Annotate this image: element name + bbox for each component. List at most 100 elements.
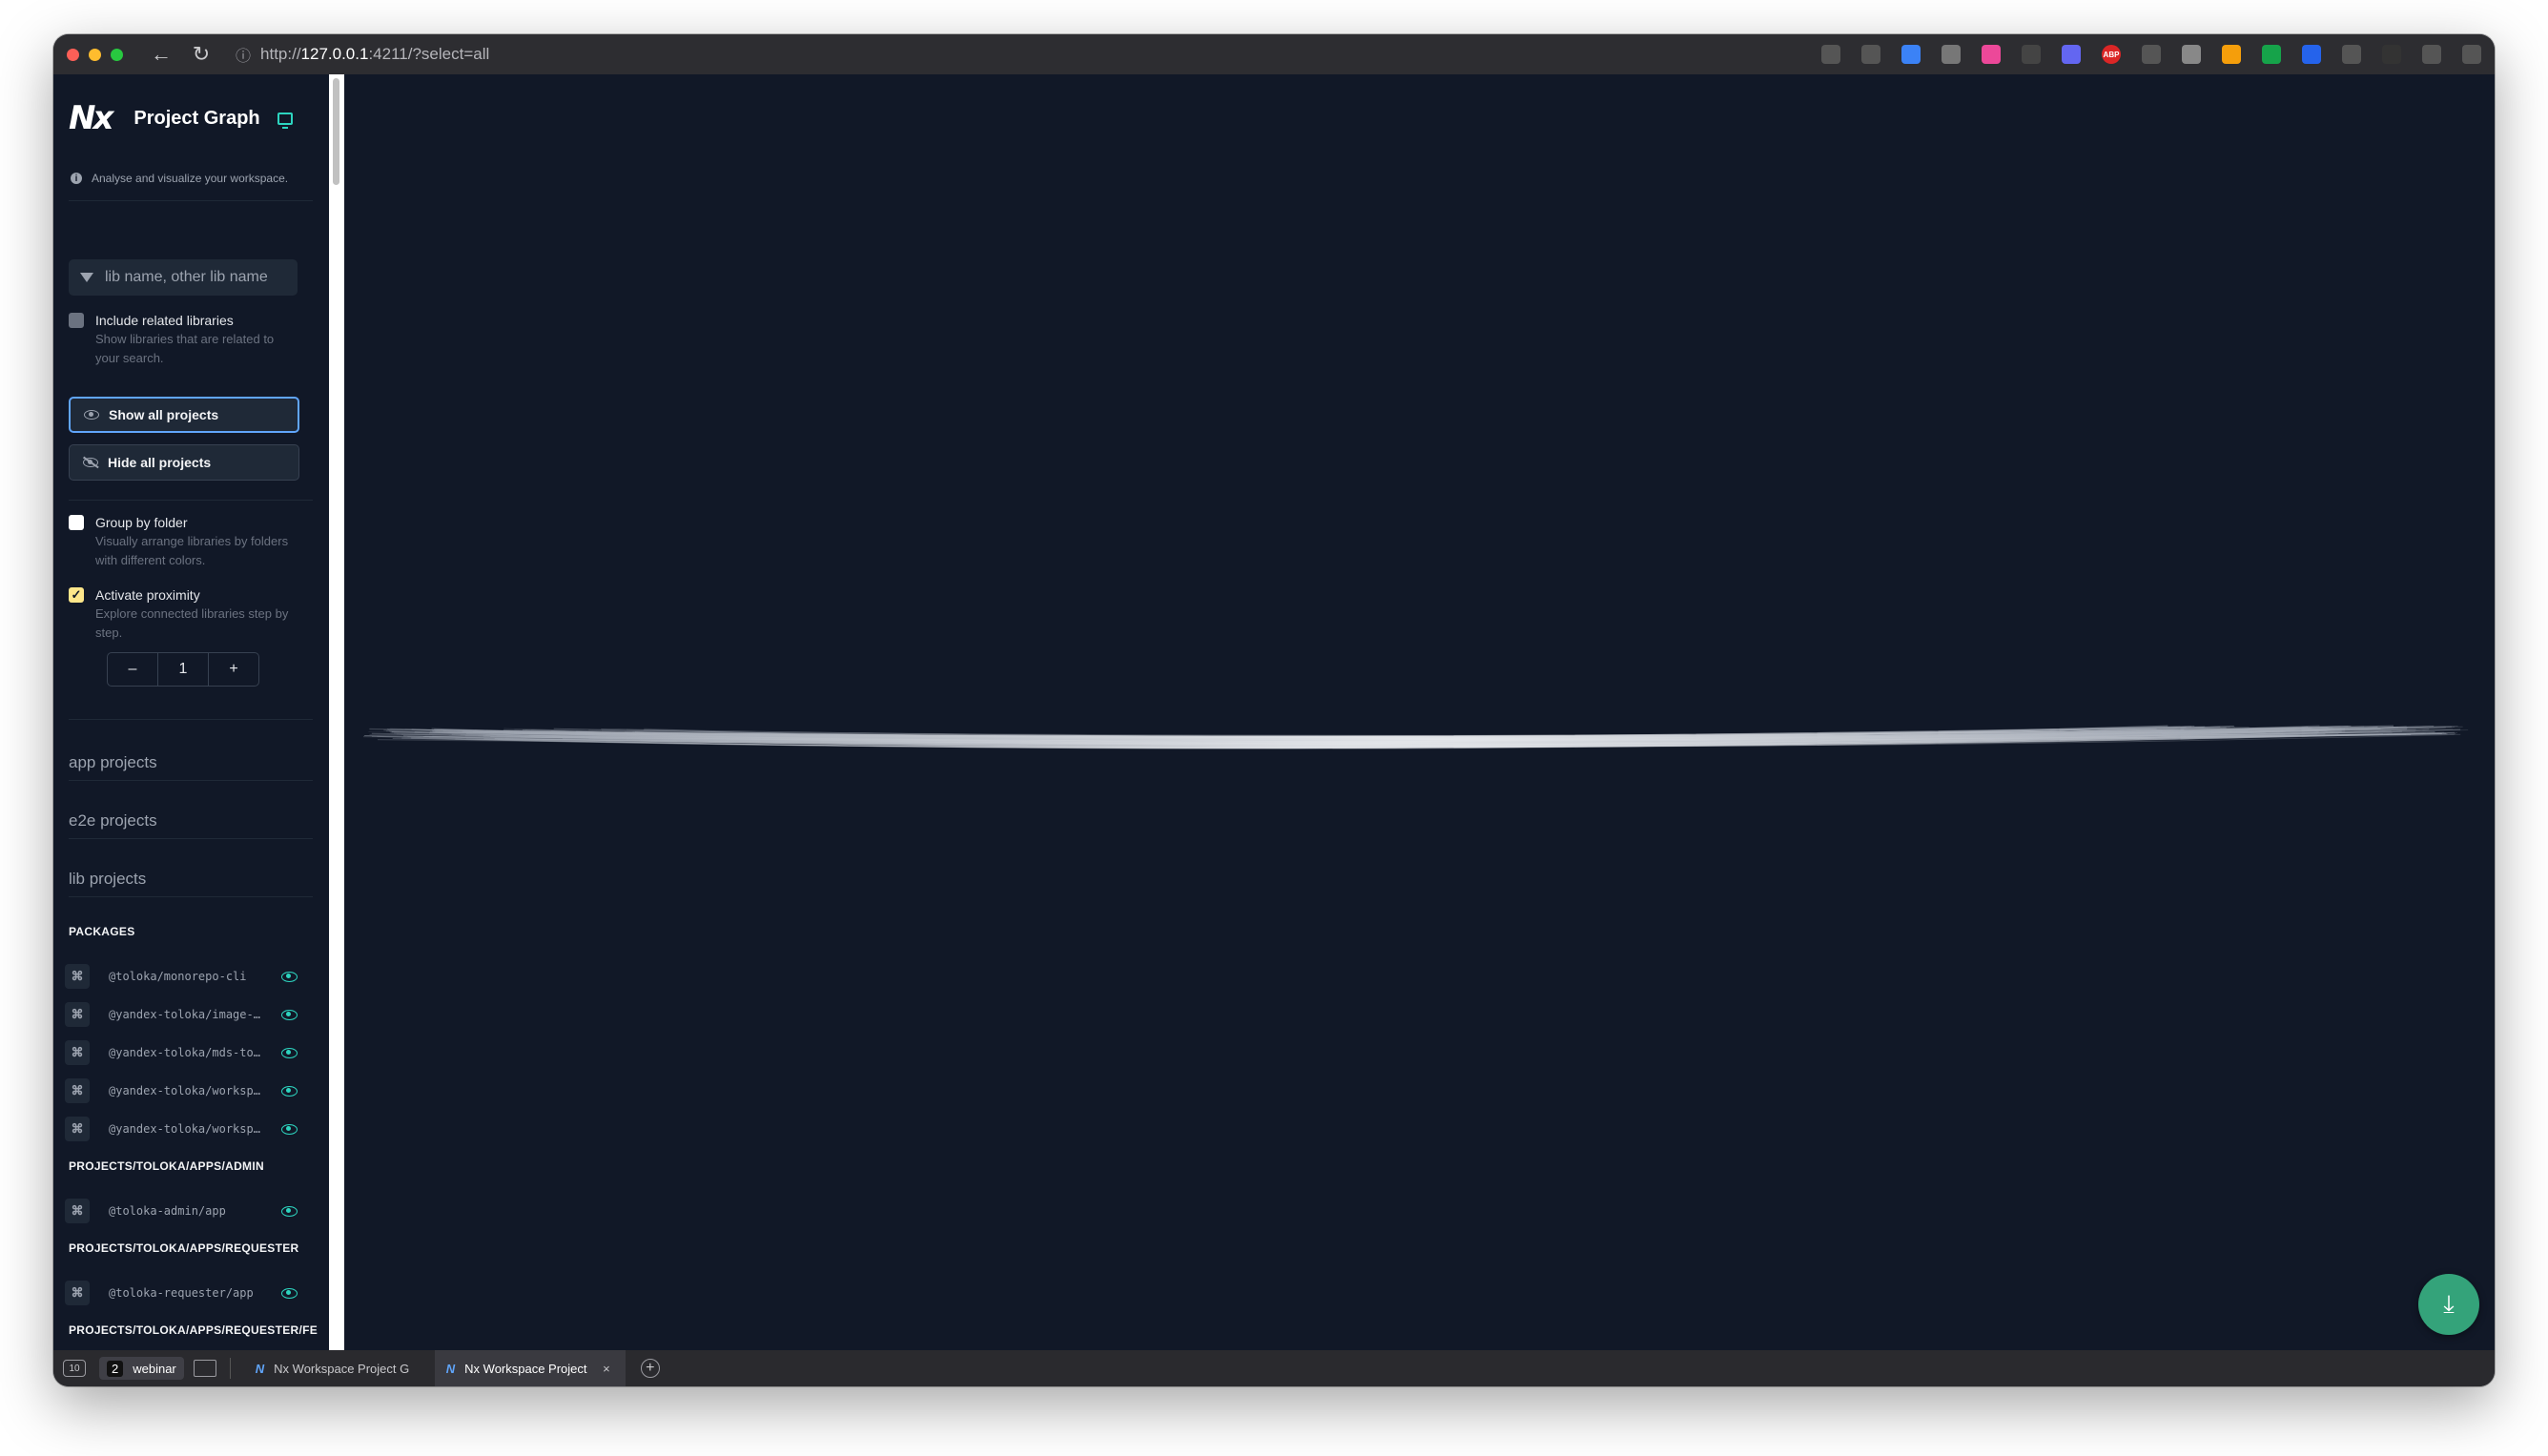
proximity-desc: Explore connected libraries step by step… (95, 606, 289, 640)
decrement-button[interactable]: – (108, 653, 157, 686)
abp-icon[interactable]: ABP (2102, 45, 2121, 64)
address-bar[interactable]: ⓘ http://127.0.0.1:4211/?select=all (236, 43, 489, 66)
tab-overview-icon[interactable]: 10 (63, 1360, 86, 1377)
toggle-visibility-eye-icon[interactable] (281, 1205, 298, 1217)
sidebar: Nx Project Graph i Analyse and visualize… (53, 74, 329, 1350)
download-badge-icon[interactable] (2342, 45, 2361, 64)
scrollbar-thumb[interactable] (333, 78, 339, 185)
proximity-option[interactable]: ✓ Activate proximity Explore connected l… (69, 585, 296, 643)
focus-project-icon[interactable]: ⌘ (65, 1117, 90, 1141)
section-e2e-projects: e2e projects (69, 811, 313, 839)
nx-logo: Nx (69, 99, 113, 137)
project-name[interactable]: @yandex-toloka/image-… (109, 1008, 261, 1021)
focus-project-icon[interactable]: ⌘ (65, 964, 90, 989)
divider (69, 200, 313, 201)
toggle-visibility-eye-icon[interactable] (281, 1047, 298, 1058)
tab-title: Nx Workspace Project G (274, 1361, 410, 1376)
hide-all-projects-button[interactable]: Hide all projects (69, 444, 299, 481)
toggle-visibility-eye-icon[interactable] (281, 971, 298, 982)
info-message: i Analyse and visualize your workspace. (71, 172, 288, 185)
reload-icon[interactable]: ↻ (190, 42, 213, 67)
close-window-button[interactable] (67, 48, 79, 61)
doc-check-icon[interactable] (2302, 45, 2321, 64)
project-name[interactable]: @toloka-admin/app (109, 1204, 261, 1218)
workspace-name: webinar (133, 1361, 176, 1376)
show-all-projects-button[interactable]: Show all projects (69, 397, 299, 433)
project-name[interactable]: @toloka/monorepo-cli (109, 970, 261, 983)
toggle-visibility-eye-icon[interactable] (281, 1123, 298, 1135)
project-group-heading: PACKAGES (69, 925, 135, 938)
browser-toolbar: ← ↻ ⓘ http://127.0.0.1:4211/?select=all … (53, 34, 2495, 74)
stepper-value[interactable]: 1 (157, 653, 209, 686)
sidebar-header: Nx Project Graph (69, 99, 293, 137)
project-graph-canvas[interactable] (344, 74, 2495, 1350)
window-controls (67, 48, 123, 61)
group-by-folder-label: Group by folder (95, 515, 188, 530)
focus-project-icon[interactable]: ⌘ (65, 1281, 90, 1305)
group-by-folder-option[interactable]: Group by folder Visually arrange librari… (69, 513, 296, 570)
project-item[interactable]: ⌘ @toloka-admin/app (65, 1198, 309, 1224)
close-tab-icon[interactable]: × (603, 1362, 610, 1376)
info-icon: i (71, 173, 82, 184)
project-item[interactable]: ⌘ @toloka-requester/app (65, 1280, 309, 1306)
focus-project-icon[interactable]: ⌘ (65, 1078, 90, 1103)
tab-title: Nx Workspace Project (464, 1361, 587, 1376)
project-item[interactable]: ⌘ @yandex-toloka/worksp… (65, 1077, 309, 1104)
project-item[interactable]: ⌘ @toloka/monorepo-cli (65, 963, 309, 990)
react-icon[interactable] (2022, 45, 2041, 64)
project-name[interactable]: @yandex-toloka/worksp… (109, 1122, 261, 1136)
contrast-icon[interactable] (2382, 45, 2401, 64)
toggle-visibility-eye-icon[interactable] (281, 1085, 298, 1097)
puzzle-icon[interactable] (2422, 45, 2441, 64)
project-item[interactable]: ⌘ @yandex-toloka/worksp… (65, 1116, 309, 1142)
workspace-switcher[interactable]: 2 webinar (99, 1357, 184, 1380)
graph-edges (363, 725, 2469, 749)
globe-icon[interactable] (2182, 45, 2201, 64)
focus-project-icon[interactable]: ⌘ (65, 1199, 90, 1223)
increment-button[interactable]: + (209, 653, 258, 686)
toggle-visibility-eye-icon[interactable] (281, 1287, 298, 1299)
search-field[interactable] (69, 259, 298, 296)
focus-project-icon[interactable]: ⌘ (65, 1002, 90, 1027)
include-related-checkbox[interactable] (69, 313, 84, 328)
site-info-icon[interactable]: ⓘ (236, 43, 251, 66)
focus-project-icon[interactable]: ⌘ (65, 1040, 90, 1065)
project-group-heading: PROJECTS/TOLOKA/APPS/ADMIN (69, 1159, 264, 1173)
page-title: Project Graph (134, 107, 260, 129)
sidebar-scrollbar[interactable] (329, 74, 344, 1350)
minimize-window-button[interactable] (89, 48, 101, 61)
project-name[interactable]: @yandex-toloka/worksp… (109, 1084, 261, 1097)
browser-tab[interactable]: N Nx Workspace Project G (244, 1350, 435, 1386)
translate-icon[interactable] (1821, 45, 1840, 64)
sheet-icon[interactable] (2262, 45, 2281, 64)
browser-tab-active[interactable]: N Nx Workspace Project × (434, 1350, 626, 1386)
bookmark-icon[interactable] (1861, 45, 1880, 64)
compass-icon[interactable] (1901, 45, 1921, 64)
project-name[interactable]: @toloka-requester/app (109, 1286, 261, 1300)
include-related-option[interactable]: Include related libraries Show libraries… (69, 311, 296, 368)
back-arrow-icon[interactable]: ← (150, 42, 173, 67)
include-related-label: Include related libraries (95, 313, 234, 328)
record-icon[interactable] (1942, 45, 1961, 64)
project-item[interactable]: ⌘ @yandex-toloka/image-… (65, 1001, 309, 1028)
toggle-visibility-eye-icon[interactable] (281, 1009, 298, 1020)
new-tab-button[interactable]: + (640, 1359, 660, 1378)
search-input[interactable] (105, 269, 286, 286)
book-icon[interactable] (2062, 45, 2081, 64)
pen-icon[interactable] (2142, 45, 2161, 64)
include-related-desc: Show libraries that are related to your … (95, 332, 275, 365)
maximize-window-button[interactable] (111, 48, 123, 61)
menu-icon[interactable] (2462, 45, 2481, 64)
url-scheme: http:// (260, 45, 301, 63)
project-item[interactable]: ⌘ @yandex-toloka/mds-to… (65, 1039, 309, 1066)
workspace-number: 2 (107, 1360, 124, 1377)
proximity-stepper: – 1 + (107, 652, 259, 687)
monitor-icon[interactable] (277, 112, 293, 129)
download-button[interactable]: ⤓ (2418, 1274, 2479, 1335)
project-name[interactable]: @yandex-toloka/mds-to… (109, 1046, 261, 1059)
proximity-checkbox[interactable]: ✓ (69, 587, 84, 603)
fox-icon[interactable] (2222, 45, 2241, 64)
group-by-folder-checkbox[interactable] (69, 515, 84, 530)
folder-icon[interactable] (193, 1360, 216, 1377)
gradient-icon[interactable] (1982, 45, 2001, 64)
